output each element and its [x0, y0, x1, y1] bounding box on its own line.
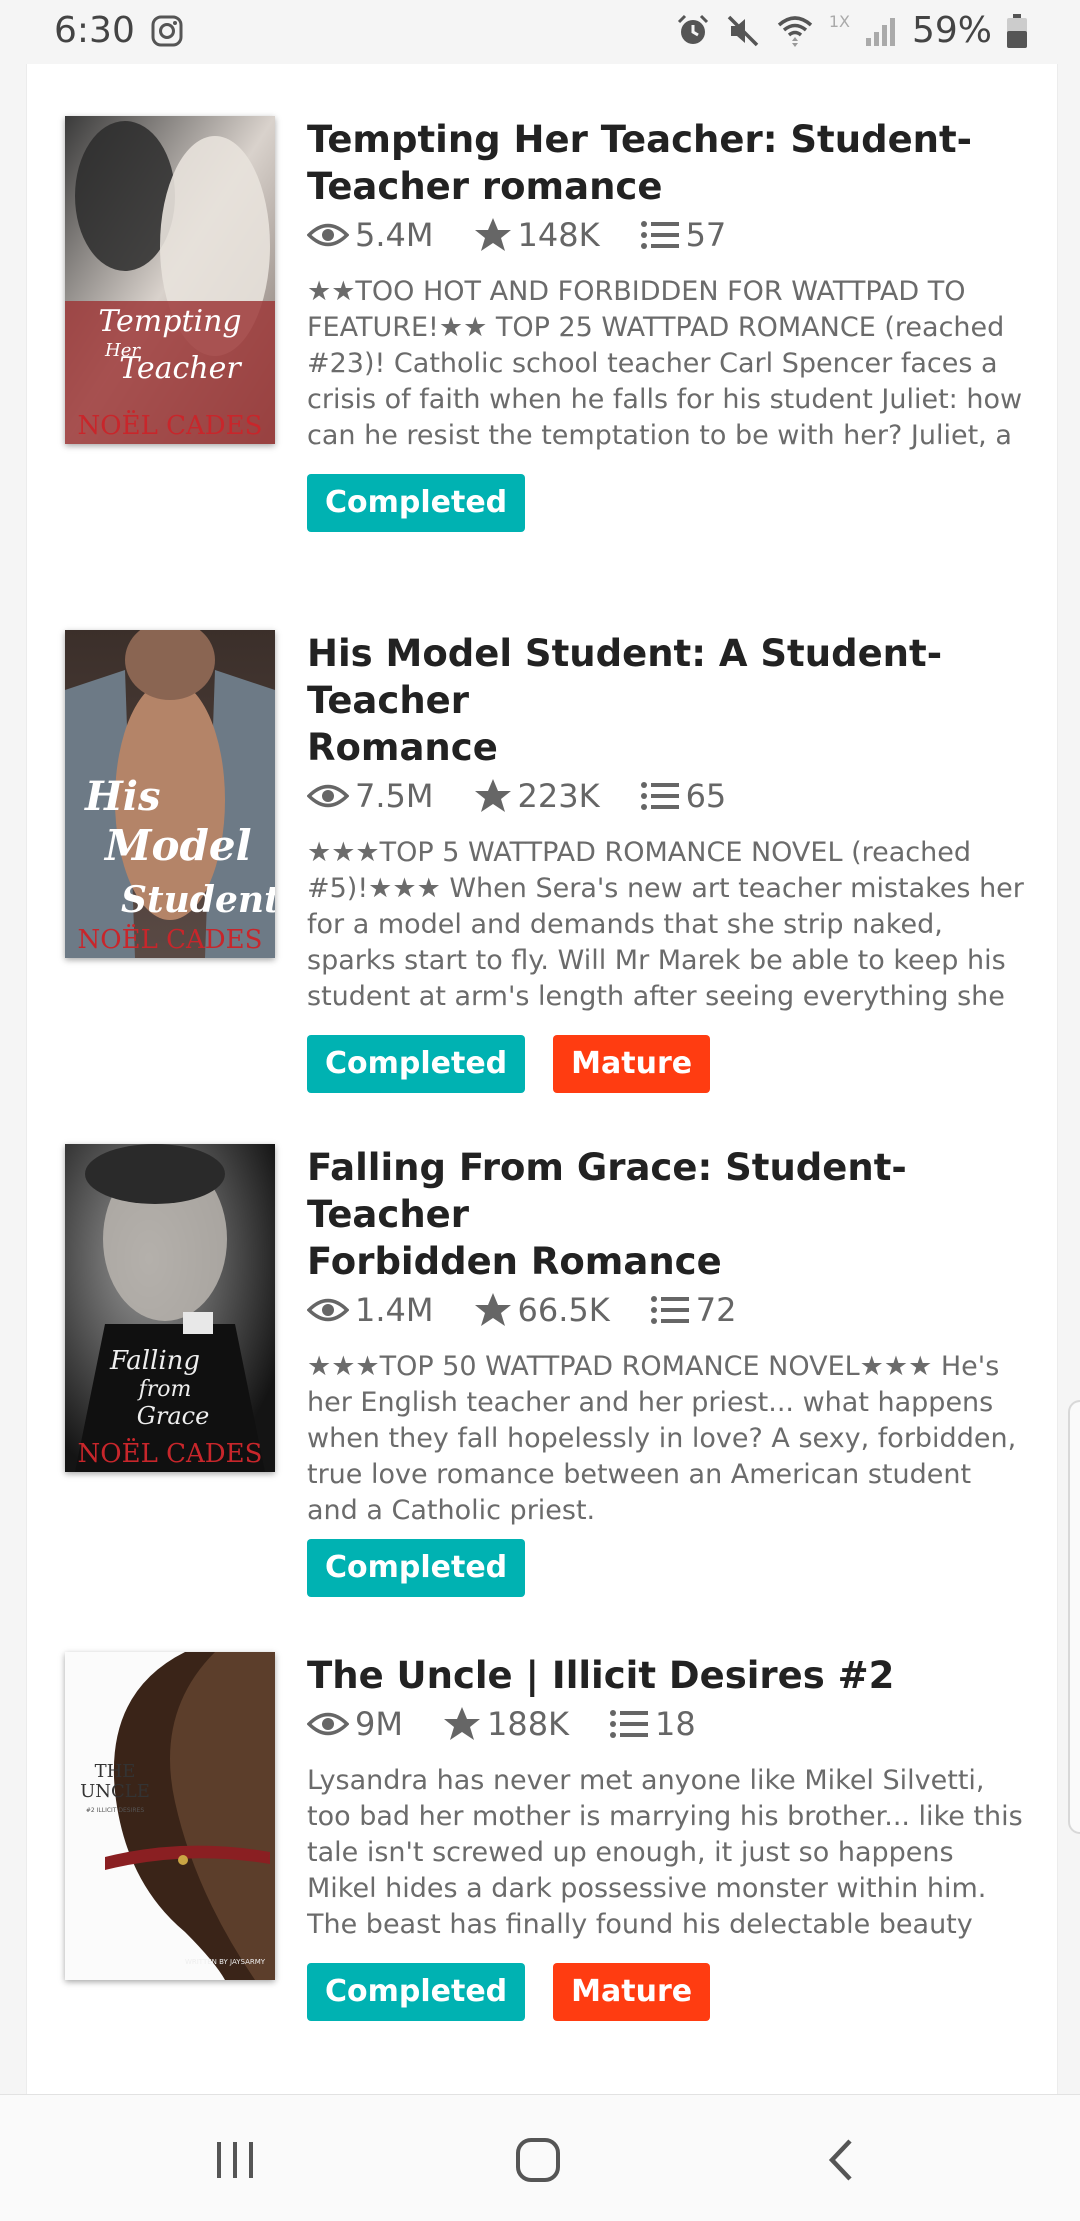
- reads-count: 5.4M: [355, 216, 434, 254]
- story-list[interactable]: Tempting Her Teacher NOËL CADES Tempting…: [26, 64, 1058, 2094]
- title-line: Forbidden Romance: [307, 1240, 722, 1283]
- parts-count: 57: [685, 216, 727, 254]
- completed-tag[interactable]: Completed: [307, 1539, 526, 1597]
- story-stats: 5.4M 148K 57: [307, 210, 1027, 260]
- title-line: Falling From Grace: Student-Teacher: [307, 1146, 907, 1236]
- cover-line: UNCLE: [80, 1781, 150, 1802]
- battery-icon: [1007, 13, 1027, 48]
- list-icon: [650, 1296, 689, 1324]
- mature-tag[interactable]: Mature: [553, 1035, 711, 1093]
- votes-count: 148K: [517, 216, 600, 254]
- mute-icon: [727, 15, 759, 46]
- eye-icon: [307, 1712, 349, 1736]
- votes-count: 188K: [486, 1705, 570, 1743]
- star-icon: [443, 1707, 480, 1740]
- wifi-icon: [777, 15, 812, 47]
- recent-apps-icon: [217, 2142, 253, 2178]
- star-icon: [474, 218, 511, 251]
- cover-line: THE: [95, 1761, 136, 1782]
- home-button[interactable]: [503, 2125, 573, 2195]
- cover-author: NOËL CADES: [78, 924, 263, 955]
- story-cover[interactable]: Tempting Her Teacher NOËL CADES: [65, 116, 275, 444]
- story-title[interactable]: Tempting Her Teacher: Student- Teacher r…: [307, 116, 1027, 210]
- star-icon: [474, 779, 511, 812]
- cover-line: Grace: [137, 1402, 210, 1430]
- story-title[interactable]: Falling From Grace: Student-Teacher Forb…: [307, 1144, 1027, 1285]
- title-line: Teacher romance: [307, 165, 663, 208]
- parts-count: 65: [685, 777, 727, 815]
- status-time: 6:30: [54, 10, 135, 51]
- story-cover[interactable]: THE UNCLE #2 ILLICIT DESIRES WRITTEN BY …: [65, 1652, 275, 1980]
- back-button[interactable]: [806, 2125, 876, 2195]
- story-cover[interactable]: Falling from Grace NOËL CADES: [65, 1144, 275, 1472]
- battery-percent: 59%: [911, 10, 992, 51]
- cover-line: Falling: [109, 1346, 200, 1376]
- list-icon: [610, 1710, 649, 1738]
- parts-count: 72: [695, 1291, 737, 1329]
- cover-line: Teacher: [119, 351, 242, 386]
- cover-line: Student: [121, 879, 275, 921]
- title-line: Romance: [307, 726, 498, 769]
- title-line: His Model Student: A Student-Teacher: [307, 632, 943, 722]
- eye-icon: [307, 1298, 349, 1322]
- cover-line: Model: [103, 821, 252, 870]
- eye-icon: [307, 784, 349, 808]
- story-description: Lysandra has never met anyone like Mikel…: [307, 1765, 1023, 1940]
- story-description: ★★★TOP 5 WATTPAD ROMANCE NOVEL (reached …: [307, 837, 1024, 1012]
- story-title[interactable]: His Model Student: A Student-Teacher Rom…: [307, 630, 1027, 771]
- story-cover[interactable]: His Model Student NOËL CADES: [65, 630, 275, 958]
- eye-icon: [307, 223, 349, 247]
- story-description: ★★TOO HOT AND FORBIDDEN FOR WATTPAD TO F…: [307, 276, 1023, 451]
- back-icon: [828, 2139, 852, 2181]
- alarm-icon: [677, 14, 708, 44]
- cover-line: from: [137, 1377, 192, 1402]
- completed-tag[interactable]: Completed: [307, 1963, 526, 2021]
- cover-line: His: [84, 773, 161, 820]
- reads-count: 9M: [355, 1705, 403, 1743]
- instagram-icon: [151, 15, 183, 47]
- story-title[interactable]: The Uncle | Illicit Desires #2: [307, 1652, 1027, 1699]
- recent-apps-button[interactable]: [200, 2125, 270, 2195]
- parts-count: 18: [655, 1705, 696, 1743]
- star-icon: [474, 1293, 511, 1326]
- mature-tag[interactable]: Mature: [553, 1963, 711, 2021]
- list-icon: [640, 221, 679, 249]
- completed-tag[interactable]: Completed: [307, 1035, 526, 1093]
- title-line: Tempting Her Teacher: Student-: [307, 118, 973, 161]
- reads-count: 1.4M: [355, 1291, 434, 1329]
- title-line: The Uncle | Illicit Desires #2: [307, 1654, 895, 1697]
- signal-icon: [865, 17, 895, 46]
- cover-author: NOËL CADES: [78, 1438, 263, 1469]
- cover-author: WRITTEN BY JAYSARMY: [185, 1958, 266, 1966]
- scrollbar-thumb[interactable]: [1068, 1400, 1080, 1834]
- network-type: 1X: [828, 12, 850, 31]
- cover-author: NOËL CADES: [78, 410, 263, 441]
- completed-tag[interactable]: Completed: [307, 474, 526, 532]
- list-icon: [640, 782, 679, 810]
- system-nav-bar: [0, 2094, 1080, 2221]
- story-stats: 9M 188K 18: [307, 1699, 1027, 1749]
- reads-count: 7.5M: [355, 777, 434, 815]
- story-stats: 7.5M 223K 65: [307, 771, 1027, 821]
- story-description: ★★★TOP 50 WATTPAD ROMANCE NOVEL★★★ He's …: [307, 1351, 1017, 1526]
- cover-line: Tempting: [98, 304, 241, 339]
- home-icon: [516, 2138, 560, 2182]
- votes-count: 223K: [517, 777, 600, 815]
- story-stats: 1.4M 66.5K 72: [307, 1285, 1027, 1335]
- votes-count: 66.5K: [517, 1291, 610, 1329]
- cover-subtitle: #2 ILLICIT DESIRES: [86, 1807, 144, 1814]
- status-bar: 6:30 1X 59%: [0, 0, 1080, 64]
